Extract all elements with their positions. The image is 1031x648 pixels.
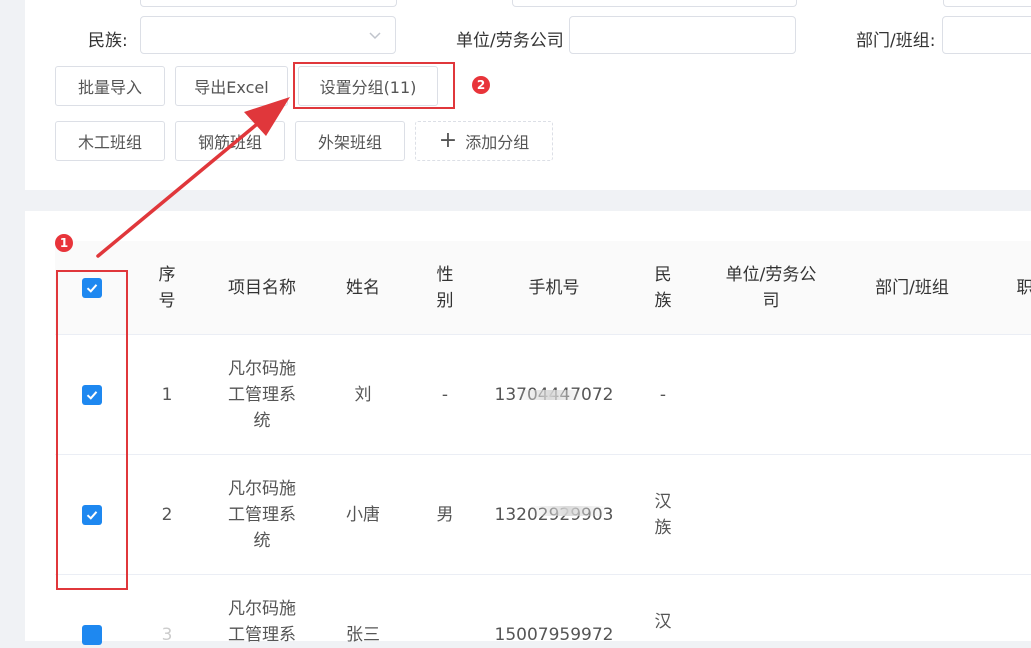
annotation-arrow bbox=[96, 97, 290, 258]
